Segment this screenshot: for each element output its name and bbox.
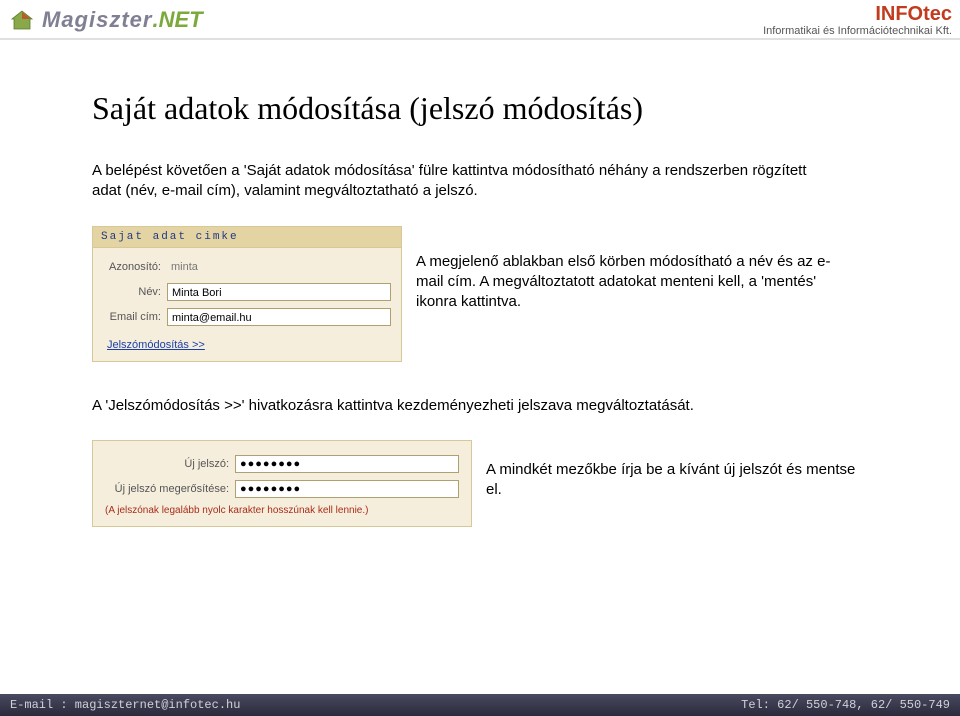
pw2-input[interactable]: ●●●●●●●●	[235, 480, 459, 498]
intro-paragraph: A belépést követően a 'Saját adatok módo…	[92, 161, 832, 202]
side-text-1: A megjelenő ablakban első körben módosít…	[416, 226, 836, 362]
password-hint: (A jelszónak legalább nyolc karakter hos…	[105, 505, 459, 516]
row-id: Azonosító: minta	[103, 258, 391, 276]
pw1-input[interactable]: ●●●●●●●●	[235, 455, 459, 473]
id-value: minta	[167, 258, 391, 276]
row-profile: Sajat adat cimke Azonosító: minta Név: M…	[92, 226, 900, 362]
password-change-link[interactable]: Jelszómódosítás >>	[103, 333, 205, 353]
pw1-label: Új jelszó:	[105, 458, 235, 470]
header: Magiszter.NET INFOtec Informatikai és In…	[0, 0, 960, 40]
main-content: Saját adatok módosítása (jelszó módosítá…	[0, 40, 960, 537]
pw2-label: Új jelszó megerősítése:	[105, 483, 235, 495]
id-label: Azonosító:	[103, 261, 167, 273]
header-right: INFOtec Informatikai és Információtechni…	[763, 3, 952, 37]
password-panel-body: Új jelszó: ●●●●●●●● Új jelszó megerősíté…	[93, 441, 471, 526]
footer-tel: Tel: 62/ 550-748, 62/ 550-749	[741, 698, 950, 712]
row-pw1: Új jelszó: ●●●●●●●●	[105, 455, 459, 473]
mid-paragraph: A 'Jelszómódosítás >>' hivatkozásra katt…	[92, 396, 832, 416]
footer-email: E-mail : magiszternet@infotec.hu	[10, 698, 240, 712]
logo-block: Magiszter.NET	[8, 7, 203, 33]
profile-panel-body: Azonosító: minta Név: Minta Bori Email c…	[93, 248, 401, 361]
logo-icon	[8, 9, 36, 31]
email-label: Email cím:	[103, 311, 167, 323]
password-panel: Új jelszó: ●●●●●●●● Új jelszó megerősíté…	[92, 440, 472, 527]
email-input[interactable]: minta@email.hu	[167, 308, 391, 326]
profile-panel: Sajat adat cimke Azonosító: minta Név: M…	[92, 226, 402, 362]
name-input[interactable]: Minta Bori	[167, 283, 391, 301]
page-title: Saját adatok módosítása (jelszó módosítá…	[92, 90, 900, 127]
row-name: Név: Minta Bori	[103, 283, 391, 301]
row-password: Új jelszó: ●●●●●●●● Új jelszó megerősíté…	[92, 440, 900, 527]
side-text-2: A mindkét mezőkbe írja be a kívánt új je…	[486, 440, 866, 527]
logo-text: Magiszter.NET	[42, 7, 203, 33]
row-pw2: Új jelszó megerősítése: ●●●●●●●●	[105, 480, 459, 498]
profile-panel-title: Sajat adat cimke	[93, 227, 401, 248]
logo-mag: Magiszter	[42, 7, 152, 32]
brand-sub: Informatikai és Információtechnikai Kft.	[763, 25, 952, 37]
name-label: Név:	[103, 286, 167, 298]
logo-net: .NET	[152, 7, 202, 32]
footer: E-mail : magiszternet@infotec.hu Tel: 62…	[0, 694, 960, 716]
brand-name: INFOtec	[763, 3, 952, 25]
row-email: Email cím: minta@email.hu	[103, 308, 391, 326]
